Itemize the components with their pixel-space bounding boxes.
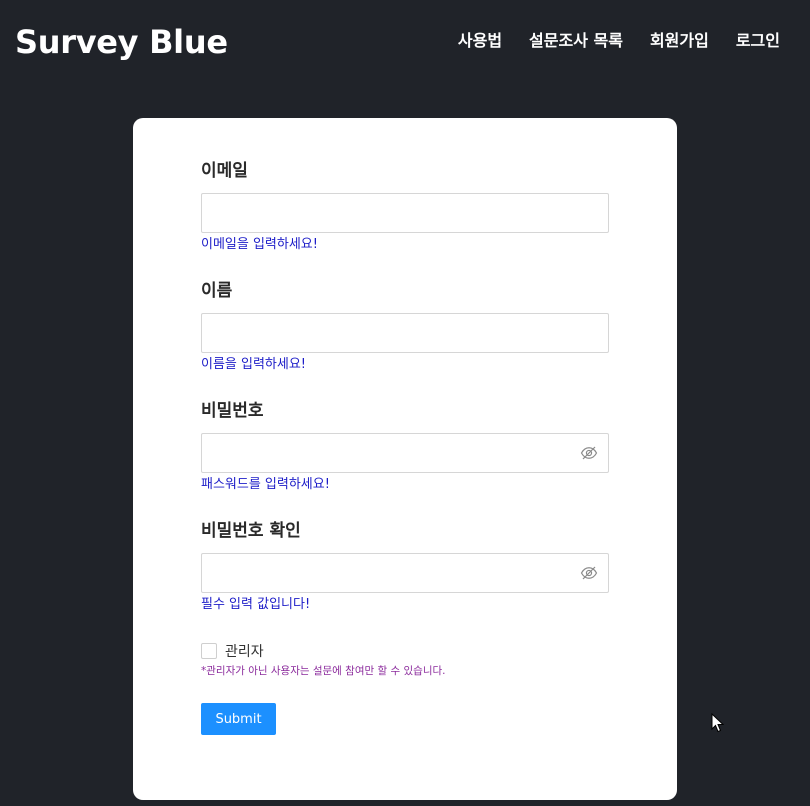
- password-confirm-input[interactable]: [202, 554, 608, 592]
- email-input[interactable]: [202, 194, 608, 232]
- name-input-wrapper: [201, 313, 609, 353]
- submit-button[interactable]: Submit: [201, 703, 276, 735]
- email-hint: 이메일을 입력하세요!: [201, 237, 318, 252]
- nav-link-signup[interactable]: 회원가입: [650, 30, 709, 52]
- password-input-wrapper: [201, 433, 609, 473]
- password-confirm-input-wrapper: [201, 553, 609, 593]
- password-confirm-label: 비밀번호 확인: [201, 521, 301, 541]
- top-navbar: Survey Blue 사용법 설문조사 목록 회원가입 로그인: [0, 0, 810, 84]
- nav-link-how-to-use[interactable]: 사용법: [458, 30, 502, 52]
- email-label: 이메일: [201, 161, 248, 181]
- admin-checkbox[interactable]: [201, 643, 217, 659]
- main-nav: 사용법 설문조사 목록 회원가입 로그인: [431, 30, 780, 52]
- email-field-group: 이메일 이메일을 입력하세요!: [201, 160, 609, 254]
- name-field-group: 이름 이름을 입력하세요!: [201, 280, 609, 374]
- password-input[interactable]: [202, 434, 608, 472]
- password-field-group: 비밀번호 패스워드를 입력하세요!: [201, 400, 609, 494]
- name-input[interactable]: [202, 314, 608, 352]
- password-confirm-hint: 필수 입력 값입니다!: [201, 597, 311, 612]
- nav-link-login[interactable]: 로그인: [736, 30, 780, 52]
- name-hint: 이름을 입력하세요!: [201, 357, 307, 372]
- password-confirm-field-group: 비밀번호 확인 필수 입력 값입니다!: [201, 520, 609, 614]
- password-hint: 패스워드를 입력하세요!: [201, 477, 330, 492]
- mouse-pointer-icon: [711, 713, 725, 733]
- name-label: 이름: [201, 281, 233, 301]
- admin-checkbox-row: 관리자: [201, 641, 264, 661]
- nav-link-survey-list[interactable]: 설문조사 목록: [529, 30, 623, 52]
- email-input-wrapper: [201, 193, 609, 233]
- eye-slash-icon[interactable]: [580, 444, 598, 462]
- admin-checkbox-label[interactable]: 관리자: [225, 641, 264, 661]
- signup-form-card: 이메일 이메일을 입력하세요! 이름 이름을 입력하세요! 비밀번호 패스워드를…: [133, 118, 677, 800]
- eye-slash-icon[interactable]: [580, 564, 598, 582]
- password-label: 비밀번호: [201, 401, 264, 421]
- brand-logo[interactable]: Survey Blue: [15, 20, 228, 64]
- admin-note: *관리자가 아닌 사용자는 설문에 참여만 할 수 있습니다.: [201, 665, 446, 677]
